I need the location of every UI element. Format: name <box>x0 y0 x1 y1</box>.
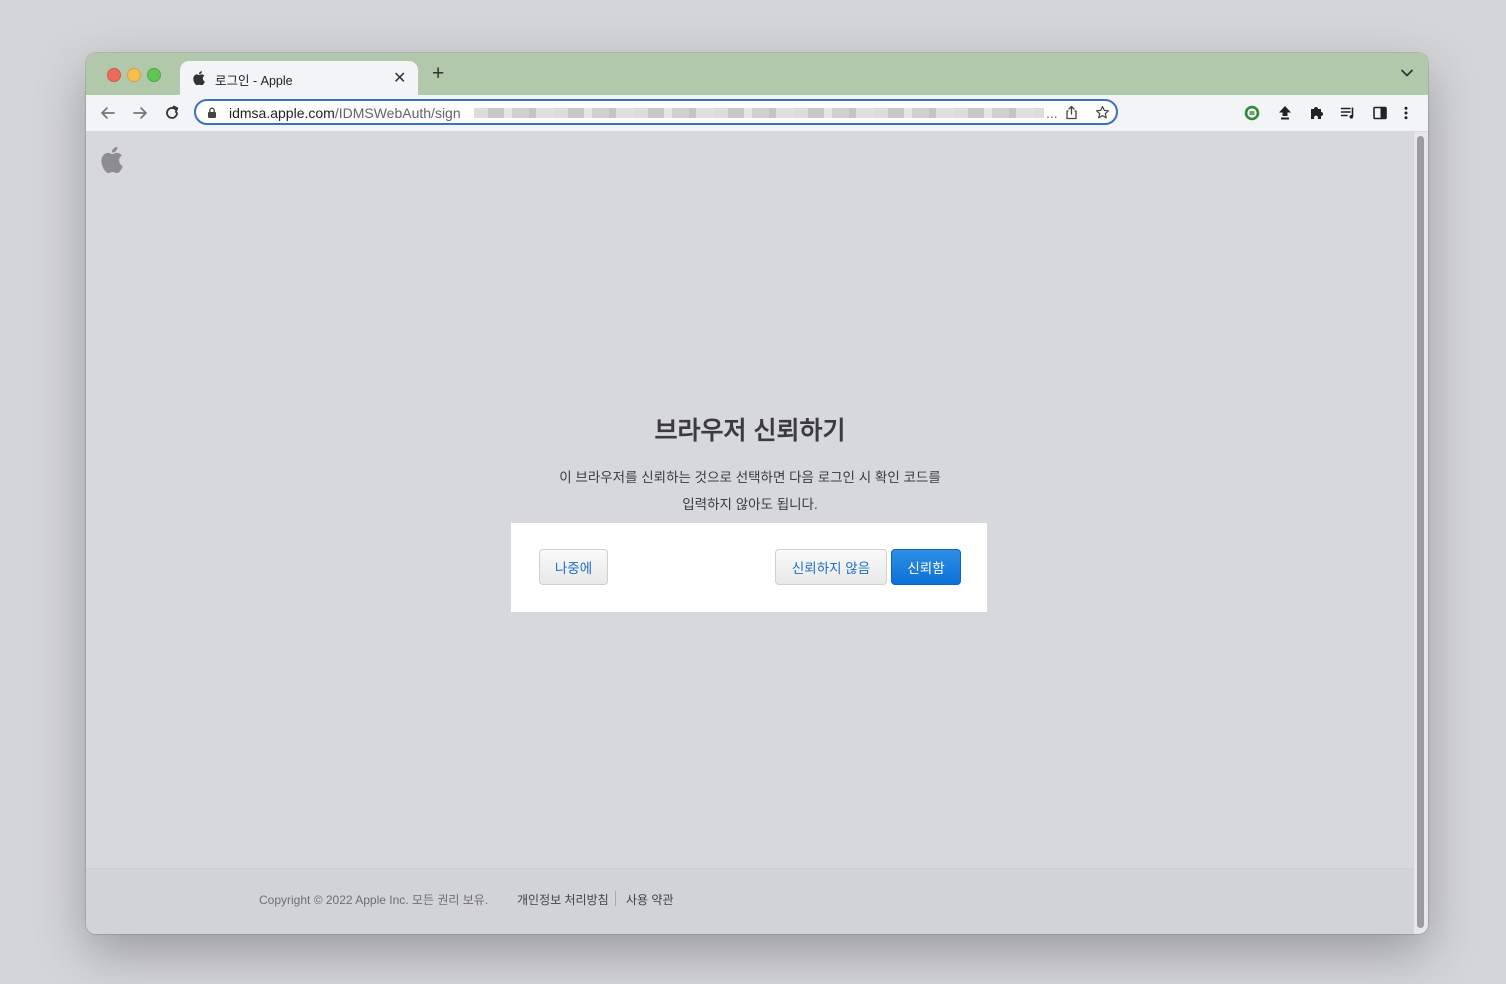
scrollbar-thumb[interactable] <box>1417 136 1424 928</box>
tab-title: 로그인 - Apple <box>215 74 293 88</box>
zoom-window-button[interactable] <box>147 68 161 82</box>
dont-trust-button[interactable]: 신뢰하지 않음 <box>775 549 887 585</box>
page-footer: Copyright © 2022 Apple Inc. 모든 권리 보유. 개인… <box>86 868 1414 934</box>
apple-logo-icon[interactable] <box>101 146 123 173</box>
url-host: idmsa.apple.com <box>229 105 335 121</box>
url-ellipsis: ... <box>1046 105 1058 121</box>
address-bar[interactable]: idmsa.apple.com/IDMSWebAuth/sign ... <box>194 99 1118 125</box>
extensions-puzzle-icon[interactable] <box>1308 105 1324 121</box>
description-line-2: 입력하지 않아도 됩니다. <box>682 497 818 512</box>
vertical-scrollbar[interactable] <box>1413 132 1428 934</box>
button-panel: 나중에 신뢰하지 않음 신뢰함 <box>511 523 987 612</box>
page-title: 브라우저 신뢰하기 <box>654 417 846 445</box>
new-tab-icon[interactable]: + <box>432 63 444 84</box>
minimize-window-button[interactable] <box>127 68 141 82</box>
footer-divider <box>615 891 616 906</box>
tab-close-icon[interactable]: ✕ <box>393 68 406 88</box>
page-content: 브라우저 신뢰하기 이 브라우저를 신뢰하는 것으로 선택하면 다음 로그인 시… <box>86 132 1414 934</box>
forward-arrow-icon[interactable] <box>131 104 149 122</box>
lock-icon[interactable] <box>207 107 217 118</box>
media-queue-icon[interactable] <box>1340 105 1356 121</box>
share-icon[interactable] <box>1064 105 1079 120</box>
bookmark-star-icon[interactable] <box>1095 105 1110 120</box>
trust-button[interactable]: 신뢰함 <box>891 549 961 585</box>
tab-strip: 로그인 - Apple ✕ + <box>86 53 1428 95</box>
ghostery-extension-icon[interactable] <box>1244 105 1260 121</box>
url-text: idmsa.apple.com/IDMSWebAuth/sign <box>229 105 461 121</box>
reload-icon[interactable] <box>163 104 181 122</box>
tab-search-chevron-icon[interactable] <box>1400 66 1414 80</box>
close-window-button[interactable] <box>107 68 121 82</box>
browser-toolbar: idmsa.apple.com/IDMSWebAuth/sign ... <box>86 95 1428 132</box>
apple-favicon-icon <box>193 71 205 85</box>
trust-description: 이 브라우저를 신뢰하는 것으로 선택하면 다음 로그인 시 확인 코드를 입력… <box>500 464 1000 518</box>
copyright-text: Copyright © 2022 Apple Inc. 모든 권리 보유. <box>259 893 489 907</box>
terms-of-use-link[interactable]: 사용 약관 <box>626 891 674 908</box>
download-extension-icon[interactable] <box>1277 105 1293 121</box>
side-panel-icon[interactable] <box>1372 105 1388 121</box>
browser-window: 로그인 - Apple ✕ + idmsa.apple.com/IDMSWebA… <box>86 53 1428 934</box>
privacy-policy-link[interactable]: 개인정보 처리방침 <box>517 891 609 908</box>
later-button[interactable]: 나중에 <box>539 549 608 585</box>
description-line-1: 이 브라우저를 신뢰하는 것으로 선택하면 다음 로그인 시 확인 코드를 <box>559 470 941 485</box>
browser-tab[interactable]: 로그인 - Apple ✕ <box>180 61 418 95</box>
back-arrow-icon[interactable] <box>99 104 117 122</box>
redacted-url-segment <box>474 108 1044 118</box>
more-menu-icon[interactable] <box>1398 105 1414 121</box>
url-path: /IDMSWebAuth/sign <box>334 105 461 121</box>
